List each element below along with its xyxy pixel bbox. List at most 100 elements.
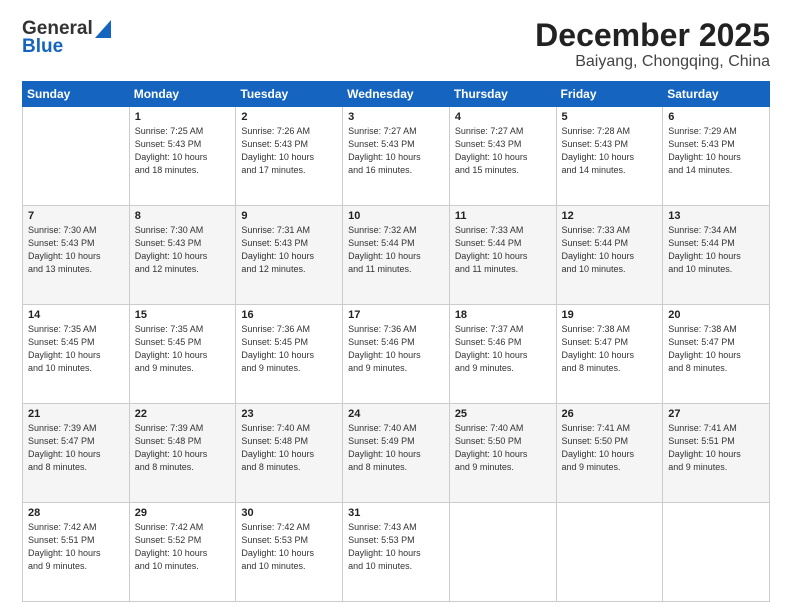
week-row-4: 21 Sunrise: 7:39 AMSunset: 5:47 PMDayligh… bbox=[23, 404, 770, 503]
calendar-cell: 15Sunrise: 7:35 AMSunset: 5:45 PMDayligh… bbox=[129, 305, 236, 404]
day-number: 7 bbox=[28, 210, 124, 222]
day-number: 12 bbox=[562, 210, 658, 222]
calendar-cell: 5 Sunrise: 7:28 AMSunset: 5:43 PMDaylight… bbox=[556, 107, 663, 206]
calendar-cell bbox=[23, 107, 130, 206]
calendar-cell: 22Sunrise: 7:39 AMSunset: 5:48 PMDayligh… bbox=[129, 404, 236, 503]
cell-info: Sunrise: 7:35 AMSunset: 5:45 PMDaylight:… bbox=[28, 323, 124, 375]
calendar-cell: 17 Sunrise: 7:36 AMSunset: 5:46 PMDayligh… bbox=[343, 305, 450, 404]
calendar-cell: 9 Sunrise: 7:31 AMSunset: 5:43 PMDaylight… bbox=[236, 206, 343, 305]
cell-info: Sunrise: 7:40 AMSunset: 5:49 PMDaylight:… bbox=[348, 422, 444, 474]
calendar-cell: 31 Sunrise: 7:43 AMSunset: 5:53 PMDayligh… bbox=[343, 503, 450, 602]
cell-info: Sunrise: 7:36 AMSunset: 5:46 PMDaylight:… bbox=[348, 323, 444, 375]
calendar-cell: 13 Sunrise: 7:34 AMSunset: 5:44 PMDayligh… bbox=[663, 206, 770, 305]
week-row-1: 1 Sunrise: 7:25 AMSunset: 5:43 PMDaylight… bbox=[23, 107, 770, 206]
day-number: 2 bbox=[241, 111, 337, 123]
day-number: 28 bbox=[28, 507, 124, 519]
calendar-title: December 2025 bbox=[535, 18, 770, 53]
title-block: December 2025 Baiyang, Chongqing, China bbox=[535, 18, 770, 71]
cell-info: Sunrise: 7:37 AMSunset: 5:46 PMDaylight:… bbox=[455, 323, 551, 375]
cell-info: Sunrise: 7:40 AMSunset: 5:48 PMDaylight:… bbox=[241, 422, 337, 474]
calendar-cell: 2 Sunrise: 7:26 AMSunset: 5:43 PMDaylight… bbox=[236, 107, 343, 206]
col-header-friday: Friday bbox=[556, 82, 663, 107]
cell-info: Sunrise: 7:27 AMSunset: 5:43 PMDaylight:… bbox=[348, 125, 444, 177]
calendar-subtitle: Baiyang, Chongqing, China bbox=[535, 53, 770, 71]
cell-info: Sunrise: 7:25 AMSunset: 5:43 PMDaylight:… bbox=[135, 125, 231, 177]
col-header-sunday: Sunday bbox=[23, 82, 130, 107]
day-number: 19 bbox=[562, 309, 658, 321]
week-row-5: 28 Sunrise: 7:42 AMSunset: 5:51 PMDayligh… bbox=[23, 503, 770, 602]
calendar-cell: 14 Sunrise: 7:35 AMSunset: 5:45 PMDayligh… bbox=[23, 305, 130, 404]
day-number: 31 bbox=[348, 507, 444, 519]
calendar-cell: 1 Sunrise: 7:25 AMSunset: 5:43 PMDaylight… bbox=[129, 107, 236, 206]
day-number: 10 bbox=[348, 210, 444, 222]
cell-info: Sunrise: 7:26 AMSunset: 5:43 PMDaylight:… bbox=[241, 125, 337, 177]
week-row-2: 7 Sunrise: 7:30 AMSunset: 5:43 PMDaylight… bbox=[23, 206, 770, 305]
col-header-wednesday: Wednesday bbox=[343, 82, 450, 107]
cell-info: Sunrise: 7:30 AMSunset: 5:43 PMDaylight:… bbox=[28, 224, 124, 276]
day-number: 22 bbox=[135, 408, 231, 420]
cell-info: Sunrise: 7:41 AMSunset: 5:50 PMDaylight:… bbox=[562, 422, 658, 474]
calendar-cell: 25 Sunrise: 7:40 AMSunset: 5:50 PMDayligh… bbox=[449, 404, 556, 503]
day-number: 17 bbox=[348, 309, 444, 321]
calendar-cell: 24Sunrise: 7:40 AMSunset: 5:49 PMDayligh… bbox=[343, 404, 450, 503]
calendar-cell bbox=[449, 503, 556, 602]
calendar-cell: 26 Sunrise: 7:41 AMSunset: 5:50 PMDayligh… bbox=[556, 404, 663, 503]
calendar-cell: 7 Sunrise: 7:30 AMSunset: 5:43 PMDaylight… bbox=[23, 206, 130, 305]
cell-info: Sunrise: 7:42 AMSunset: 5:52 PMDaylight:… bbox=[135, 521, 231, 573]
calendar-cell bbox=[663, 503, 770, 602]
col-header-tuesday: Tuesday bbox=[236, 82, 343, 107]
calendar-cell: 30 Sunrise: 7:42 AMSunset: 5:53 PMDayligh… bbox=[236, 503, 343, 602]
calendar-cell: 3 Sunrise: 7:27 AMSunset: 5:43 PMDaylight… bbox=[343, 107, 450, 206]
col-header-saturday: Saturday bbox=[663, 82, 770, 107]
day-number: 27 bbox=[668, 408, 764, 420]
day-number: 20 bbox=[668, 309, 764, 321]
col-header-thursday: Thursday bbox=[449, 82, 556, 107]
day-number: 1 bbox=[135, 111, 231, 123]
calendar-cell: 4Sunrise: 7:27 AMSunset: 5:43 PMDaylight… bbox=[449, 107, 556, 206]
calendar-cell: 8Sunrise: 7:30 AMSunset: 5:43 PMDaylight… bbox=[129, 206, 236, 305]
cell-info: Sunrise: 7:30 AMSunset: 5:43 PMDaylight:… bbox=[135, 224, 231, 276]
week-row-3: 14 Sunrise: 7:35 AMSunset: 5:45 PMDayligh… bbox=[23, 305, 770, 404]
cell-info: Sunrise: 7:42 AMSunset: 5:53 PMDaylight:… bbox=[241, 521, 337, 573]
calendar-cell: 11Sunrise: 7:33 AMSunset: 5:44 PMDayligh… bbox=[449, 206, 556, 305]
cell-info: Sunrise: 7:40 AMSunset: 5:50 PMDaylight:… bbox=[455, 422, 551, 474]
calendar-cell: 20Sunrise: 7:38 AMSunset: 5:47 PMDayligh… bbox=[663, 305, 770, 404]
day-number: 16 bbox=[241, 309, 337, 321]
day-number: 29 bbox=[135, 507, 231, 519]
cell-info: Sunrise: 7:29 AMSunset: 5:43 PMDaylight:… bbox=[668, 125, 764, 177]
day-number: 13 bbox=[668, 210, 764, 222]
day-number: 18 bbox=[455, 309, 551, 321]
day-number: 11 bbox=[455, 210, 551, 222]
calendar-cell: 27 Sunrise: 7:41 AMSunset: 5:51 PMDayligh… bbox=[663, 404, 770, 503]
day-number: 23 bbox=[241, 408, 337, 420]
calendar-cell: 12Sunrise: 7:33 AMSunset: 5:44 PMDayligh… bbox=[556, 206, 663, 305]
calendar-cell: 29 Sunrise: 7:42 AMSunset: 5:52 PMDayligh… bbox=[129, 503, 236, 602]
day-number: 9 bbox=[241, 210, 337, 222]
day-number: 5 bbox=[562, 111, 658, 123]
calendar-cell: 16Sunrise: 7:36 AMSunset: 5:45 PMDayligh… bbox=[236, 305, 343, 404]
cell-info: Sunrise: 7:41 AMSunset: 5:51 PMDaylight:… bbox=[668, 422, 764, 474]
day-number: 15 bbox=[135, 309, 231, 321]
calendar-cell: 10 Sunrise: 7:32 AMSunset: 5:44 PMDayligh… bbox=[343, 206, 450, 305]
logo-blue: Blue bbox=[22, 36, 63, 58]
cell-info: Sunrise: 7:32 AMSunset: 5:44 PMDaylight:… bbox=[348, 224, 444, 276]
cell-info: Sunrise: 7:31 AMSunset: 5:43 PMDaylight:… bbox=[241, 224, 337, 276]
cell-info: Sunrise: 7:39 AMSunset: 5:47 PMDaylight:… bbox=[28, 422, 124, 474]
day-number: 26 bbox=[562, 408, 658, 420]
day-number: 21 bbox=[28, 408, 124, 420]
cell-info: Sunrise: 7:43 AMSunset: 5:53 PMDaylight:… bbox=[348, 521, 444, 573]
logo: General Blue bbox=[22, 18, 111, 58]
day-number: 3 bbox=[348, 111, 444, 123]
calendar-cell: 6 Sunrise: 7:29 AMSunset: 5:43 PMDaylight… bbox=[663, 107, 770, 206]
day-number: 30 bbox=[241, 507, 337, 519]
calendar-cell bbox=[556, 503, 663, 602]
cell-info: Sunrise: 7:34 AMSunset: 5:44 PMDaylight:… bbox=[668, 224, 764, 276]
cell-info: Sunrise: 7:28 AMSunset: 5:43 PMDaylight:… bbox=[562, 125, 658, 177]
cell-info: Sunrise: 7:42 AMSunset: 5:51 PMDaylight:… bbox=[28, 521, 124, 573]
day-number: 25 bbox=[455, 408, 551, 420]
page: General Blue December 2025 Baiyang, Chon… bbox=[0, 0, 792, 612]
calendar-cell: 21 Sunrise: 7:39 AMSunset: 5:47 PMDayligh… bbox=[23, 404, 130, 503]
calendar-cell: 23 Sunrise: 7:40 AMSunset: 5:48 PMDayligh… bbox=[236, 404, 343, 503]
day-number: 6 bbox=[668, 111, 764, 123]
day-number: 14 bbox=[28, 309, 124, 321]
